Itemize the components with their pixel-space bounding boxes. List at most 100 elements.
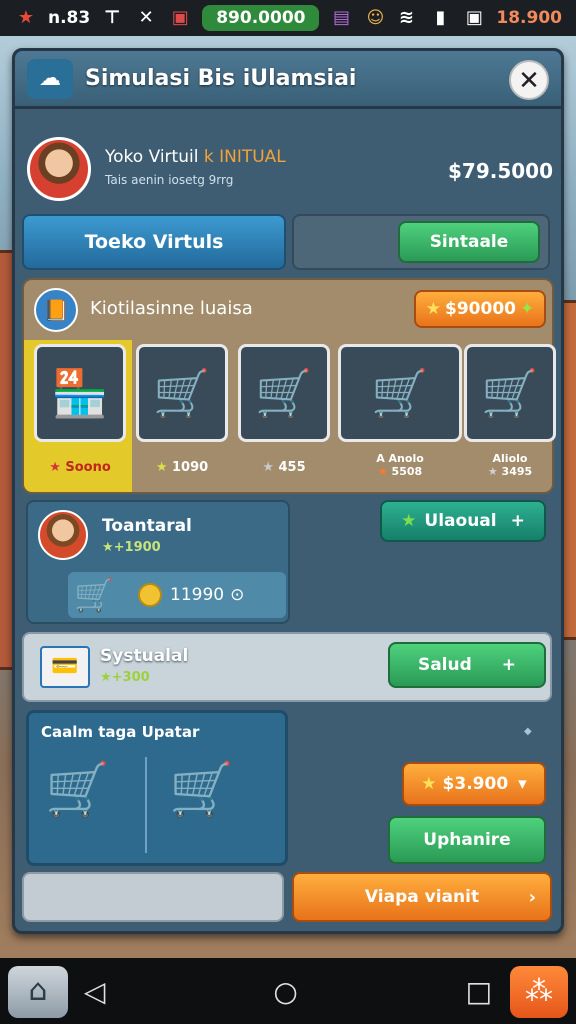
upgrade-button[interactable]: Uphanire [388,816,546,864]
back-button[interactable]: ◁ [84,975,106,1008]
upgrade-title: Caalm taga Upatar [41,723,200,741]
item-label-4-text: 3495 [501,465,533,478]
upgrade-cart-art-left: 🛒 [45,760,110,820]
upgrade-divider [145,757,147,853]
system-nav-bar: ⌂ ◁ ○ □ ⁂ [0,958,576,1024]
employee-name: Toantaral [102,516,192,536]
indicator-dot: ◆ [524,726,532,737]
employee-avatar [38,510,88,560]
salud-button-label: Salud [417,655,472,675]
shop-section: 📙 Kiotilasinne luaisa ★ $90000 ✦ 🏪 🛒 🛒 🛒… [22,278,556,494]
employee-bonus: ★+1900 [102,540,161,555]
profile-header: Yoko Virtuil k INITUAL Tais aenin iosetg… [27,133,553,213]
home-circle-button[interactable]: ○ [273,975,297,1008]
wifi-icon: ≋ [398,7,414,28]
item-label-1: ★ 1090 [136,460,228,475]
cart-icon: 🛒 [74,576,114,614]
shop-items: 🏪 🛒 🛒 🛒 🛒 ★ Soono ★ 1090 ★ 455 A Anolo ★… [32,344,556,484]
sintaale-button[interactable]: Sintaale [398,221,540,263]
status-bar: ★ n.83 ⊤ ✕ ▣ 890.0000 ▤ ☺ ≋ ▮ ▣ 18.900 [0,0,576,36]
status-center-value: 890.0000 [202,5,320,31]
tabs-row: Toeko Virtuls Sintaale [22,214,550,270]
item-label-0-text: Soono [65,460,111,475]
tab-side: Sintaale [292,214,550,270]
screenshot-icon: ▣ [465,7,483,28]
employee-bonus-text: +1900 [113,540,161,555]
coin-icon [138,583,162,607]
system-bonus: ★+300 [100,670,150,685]
item-label-3: A Anolo ★ 5508 [354,452,446,478]
signal-icon: ▮ [435,7,446,28]
shop-item-vending-cart[interactable]: 🏪 [34,344,126,442]
system-card-icon: 💳 [40,646,90,688]
star-icon: ★ [17,7,35,28]
gift-icon: ▣ [171,7,189,28]
profile-name: Yoko Virtuil k INITUAL [105,147,286,167]
star-icon: ★ [155,460,168,475]
shop-item-shopping-cart[interactable]: 🛒 [238,344,330,442]
shop-header: 📙 Kiotilasinne luaisa ★ $90000 ✦ [34,288,546,332]
avatar[interactable] [27,137,91,201]
home-button[interactable]: ⌂ [8,966,68,1018]
bottom-action-label: Viapa vianit [364,887,480,907]
shop-item-cart-boxes[interactable]: 🛒 [338,344,462,442]
item-label-3-text: 5508 [391,465,423,478]
shop-item-cart-groceries[interactable]: 🛒 [136,344,228,442]
profile-name-text: Yoko Virtuil [105,147,199,167]
system-name: Systualal [100,646,189,666]
tab-virtual-store[interactable]: Toeko Virtuls [22,214,286,270]
app-menu-button[interactable]: ⁂ [510,966,568,1018]
upgrade-cart-art-right: 🛒 [169,760,234,820]
item-label-4-top: Aliolo [492,452,528,465]
item-label-1-text: 1090 [172,460,209,475]
close-button[interactable]: ✕ [509,60,549,100]
shop-item-cart-food[interactable]: 🛒 [464,344,556,442]
star-icon: ★ [377,465,388,478]
bottom-action-button[interactable]: Viapa vianit › [292,872,552,922]
profile-tag: k INITUAL [203,147,286,167]
ulaoual-button[interactable]: ★ Ulaoual + [380,500,546,542]
plus-icon: + [501,655,517,675]
upgrade-price-button[interactable]: ★ $3.900 ▾ [402,762,546,806]
plus-icon: + [510,511,525,531]
star-icon: ★ [49,460,61,475]
star-icon: ★ [487,465,498,478]
status-right-value: 18.900 [496,8,562,28]
upgrade-card[interactable]: Caalm taga Upatar 🛒 🛒 [26,710,288,866]
shop-title: Kiotilasinne luaisa [90,298,253,319]
shop-book-icon: 📙 [34,288,78,332]
star-icon: ★ [425,299,441,319]
bottom-left-panel [22,872,284,922]
item-label-0: ★ Soono [34,460,126,475]
window-title: Simulasi Bis iUlamsiai [85,66,357,91]
books-icon: ▤ [332,7,350,28]
item-label-2: ★ 455 [238,460,330,475]
star-icon: ★ [421,774,437,794]
pin-icon: ⊤ [103,7,121,28]
system-bonus-text: +300 [111,670,150,685]
upgrade-price-value: $3.900 [442,774,509,794]
cloud-icon: ☁ [27,58,73,99]
recents-button[interactable]: □ [466,975,492,1008]
employee-coins-value: 11990 [170,585,225,605]
star-icon: ★ [262,460,274,475]
employee-card[interactable]: Toantaral ★+1900 11990 ⊙ 🛒 [26,500,290,624]
profile-balance: $79.5000 [447,159,553,183]
star-icon: ★ [401,511,417,531]
chevron-down-icon: ▾ [518,774,527,794]
shop-price-button[interactable]: ★ $90000 ✦ [414,290,546,328]
shop-price-value: $90000 [445,299,516,319]
status-left-text: n.83 [48,8,91,28]
item-label-2-text: 455 [278,460,306,475]
profile-subtitle: Tais aenin iosetg 9rrg [105,173,234,187]
coin-small-icon: ⊙ [230,585,245,605]
tool-icon: ✕ [138,7,154,28]
star-icon: ★ [100,670,112,685]
salud-button[interactable]: Salud + [388,642,546,688]
title-bar: ☁ Simulasi Bis iUlamsiai ✕ [15,51,561,109]
chevron-right-icon: › [528,886,536,908]
ulaoual-button-label: Ulaoual [424,511,497,531]
star-icon: ★ [102,540,114,555]
sparkle-icon: ✦ [519,299,535,319]
item-label-4: Aliolo ★ 3495 [464,452,556,478]
